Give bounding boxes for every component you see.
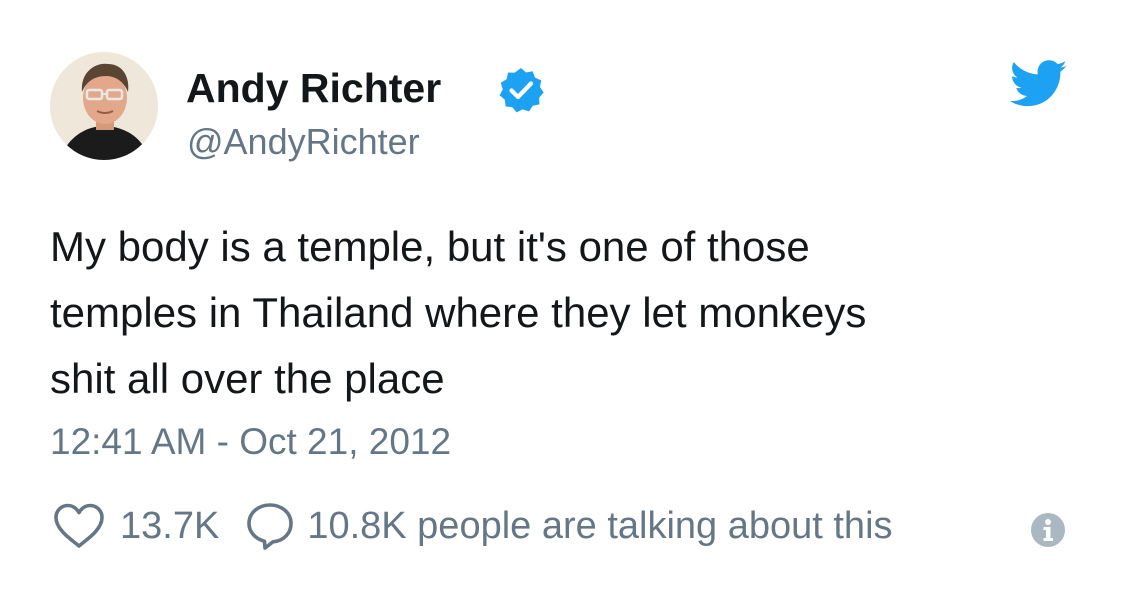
avatar[interactable] [50, 52, 158, 160]
speech-bubble-icon[interactable] [245, 501, 295, 551]
like-count[interactable]: 13.7K [120, 502, 219, 550]
avatar-portrait-icon [50, 52, 158, 160]
tweet-text-line: shit all over the place [50, 355, 445, 402]
verified-badge-icon [499, 68, 544, 113]
twitter-bird-icon[interactable] [1010, 60, 1068, 108]
conversation-count[interactable]: 10.8K people are talking about this [307, 502, 892, 550]
tweet-text: My body is a temple, but it's one of tho… [50, 214, 1060, 412]
tweet-actions: 13.7K 10.8K people are talking about thi… [52, 500, 893, 552]
tweet-text-line: temples in Thailand where they let monke… [50, 289, 867, 336]
tweet-timestamp[interactable]: 12:41 AM - Oct 21, 2012 [50, 419, 451, 465]
tweet-text-line: My body is a temple, but it's one of tho… [50, 223, 810, 270]
heart-icon[interactable] [52, 502, 106, 550]
tweet-card: Andy Richter @AndyRichter My body is a t… [0, 0, 1127, 592]
author-display-name[interactable]: Andy Richter [186, 63, 441, 113]
author-handle[interactable]: @AndyRichter [187, 120, 420, 164]
info-icon[interactable] [1030, 512, 1066, 548]
